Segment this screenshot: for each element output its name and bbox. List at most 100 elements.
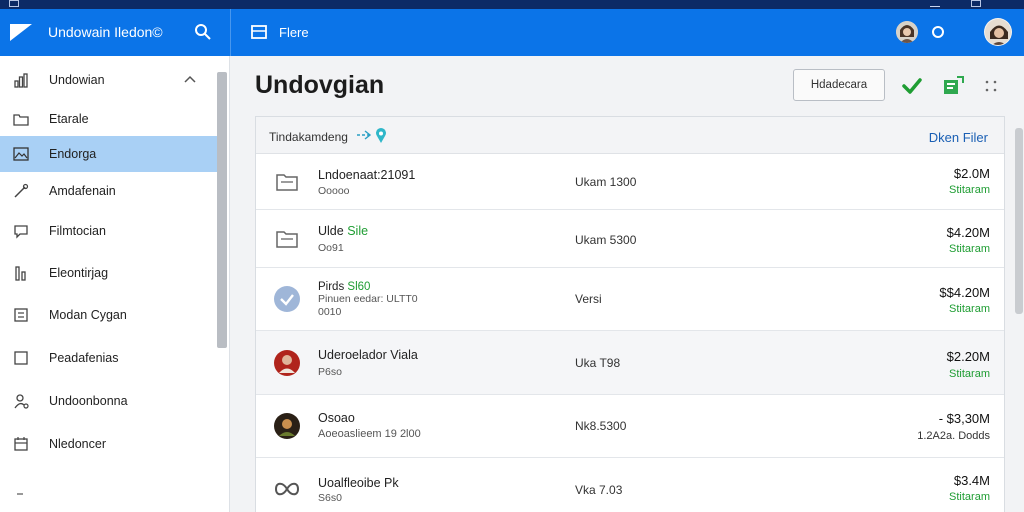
sidebar-item-label: Modan Cygan [49, 308, 127, 322]
sidebar-item-label: Nledoncer [49, 437, 106, 451]
notification-icon[interactable] [932, 26, 944, 38]
row-name-highlight: Sile [347, 224, 369, 238]
sidebar-item-label: Amdafenain [49, 184, 116, 198]
sidebar-item-endorga[interactable]: Endorga [0, 136, 217, 172]
row-status: Stitaram [949, 184, 990, 196]
row-sub: S6s0 [318, 492, 342, 504]
document-icon [14, 308, 28, 322]
row-status: Stitaram [949, 491, 990, 503]
sidebar-item-label: Eleontirjag [49, 266, 109, 280]
add-note-icon[interactable] [942, 76, 964, 96]
header-divider [230, 9, 231, 56]
infinity-icon [274, 482, 300, 496]
main-scrollbar[interactable] [1015, 128, 1023, 314]
row-detail: Uka T98 [575, 356, 621, 370]
more-options-icon[interactable] [984, 79, 998, 93]
row-sub: Aoeoaslieem 19 2l00 [318, 428, 421, 440]
os-title-strip [0, 0, 1024, 9]
row-amount: $2.0M [953, 166, 990, 181]
card-header: Tindakamdeng Dken Filer [256, 117, 1004, 154]
row-name-text: Pirds [318, 281, 345, 293]
row-sub: Pinuen eedar: ULTT0 [318, 293, 418, 305]
sidebar-item-amdafenain[interactable]: Amdafenain [0, 174, 217, 208]
avatar-icon [274, 350, 300, 376]
row-status: Stitaram [949, 368, 990, 380]
square-icon [14, 351, 28, 365]
sidebar-item-undoonbonna[interactable]: Undoonbonna [0, 384, 217, 418]
chart-bars-icon [15, 266, 26, 281]
arrow-right-icon [357, 130, 372, 140]
chevron-up-icon[interactable] [184, 74, 196, 86]
table-row[interactable]: Lndoenaat:21091 Ooooo Ukam 1300 $2.0M St… [256, 154, 1004, 210]
avatar-icon [274, 286, 300, 312]
row-sub: Oo91 [318, 242, 344, 254]
image-icon [13, 147, 29, 161]
row-name: Uoalfleoibe Pk [318, 476, 399, 490]
bar-chart-icon [14, 73, 28, 88]
sidebar-item-undowian[interactable]: Undowian [0, 64, 217, 96]
row-amount: $2.20M [946, 349, 990, 364]
table-row[interactable]: Uderoelador Viala P6so Uka T98 $2.20M St… [256, 331, 1004, 395]
sidebar-item-etarale[interactable]: Etarale [0, 103, 217, 135]
row-name: Uderoelador Viala [318, 348, 418, 362]
row-sub-secondary: 0010 [318, 306, 342, 318]
app-header: Undowain Iledon© Flere [0, 9, 1024, 56]
row-detail: Ukam 5300 [575, 233, 637, 247]
table-row[interactable]: Pirds Sl60 Pinuen eedar: ULTT0 0010 Vers… [256, 268, 1004, 331]
pen-icon [14, 183, 29, 198]
sidebar-item-peadafenias[interactable]: Peadafenias [0, 341, 217, 375]
sidebar-item-label: Undowian [49, 73, 105, 87]
row-detail: Nk8.5300 [575, 419, 627, 433]
folder-icon [276, 174, 298, 191]
sidebar-item-eleontirjag[interactable]: Eleontirjag [0, 256, 217, 290]
row-sub: Ooooo [318, 185, 350, 197]
row-name-highlight: Sl60 [347, 281, 371, 293]
maximize-icon[interactable] [971, 0, 981, 7]
window-icon [9, 0, 19, 7]
calendar-icon [14, 437, 28, 451]
sidebar-item-label: Filmtocian [49, 224, 106, 238]
location-pin-icon[interactable] [374, 128, 388, 144]
breadcrumb: Tindakamdeng [269, 130, 348, 144]
search-icon[interactable] [194, 23, 212, 41]
person-icon [896, 21, 918, 43]
row-detail: Ukam 1300 [575, 175, 637, 189]
sidebar-more-indicator [17, 493, 23, 495]
close-icon[interactable] [1010, 0, 1020, 7]
row-name: Osoao [318, 411, 355, 425]
folder-icon [13, 114, 29, 126]
user-avatar-small[interactable] [896, 21, 918, 43]
sidebar-item-nledoncer[interactable]: Nledoncer [0, 427, 217, 461]
browse-link[interactable]: Flere [279, 25, 309, 40]
sidebar-scrollbar[interactable] [217, 72, 227, 348]
folder-icon [276, 231, 298, 248]
table-row[interactable]: Uoalfleoibe Pk S6s0 Vka 7.03 $3.4M Stita… [256, 458, 1004, 512]
sidebar: Undowian Etarale Endorga Amdafenain Film… [0, 56, 230, 512]
row-status: 1.2A2a. Dodds [917, 430, 990, 442]
row-status: Stitaram [949, 243, 990, 255]
window-layout-icon[interactable] [251, 25, 267, 39]
sidebar-item-modan-cygan[interactable]: Modan Cygan [0, 298, 217, 332]
user-settings-icon [14, 394, 29, 409]
sidebar-item-label: Peadafenias [49, 351, 119, 365]
app-title: Undowain Iledon© [48, 24, 163, 40]
row-detail: Versi [575, 292, 602, 306]
sidebar-item-label: Undoonbonna [49, 394, 128, 408]
row-amount: $4.20M [946, 225, 990, 240]
row-status: Stitaram [949, 303, 990, 315]
table-row[interactable]: Osoao Aoeoaslieem 19 2l00 Nk8.5300 - $3,… [256, 395, 1004, 458]
row-name: Lndoenaat:21091 [318, 168, 416, 182]
sidebar-item-label: Endorga [49, 147, 97, 161]
sidebar-item-filmtocian[interactable]: Filmtocian [0, 214, 217, 248]
minimize-icon[interactable] [930, 0, 940, 7]
row-name-text: Ulde [318, 224, 344, 238]
table-row[interactable]: Ulde Sile Oo91 Ukam 5300 $4.20M Stitaram [256, 210, 1004, 268]
app-logo-icon [10, 24, 32, 41]
check-icon[interactable] [901, 76, 923, 96]
row-amount: $$4.20M [939, 285, 990, 300]
user-avatar[interactable] [984, 18, 1012, 46]
sidebar-item-label: Etarale [49, 112, 89, 126]
avatar-icon [274, 413, 300, 439]
header-action-button[interactable]: Hdadecara [793, 69, 885, 101]
open-filter-link[interactable]: Dken Filer [929, 130, 988, 145]
